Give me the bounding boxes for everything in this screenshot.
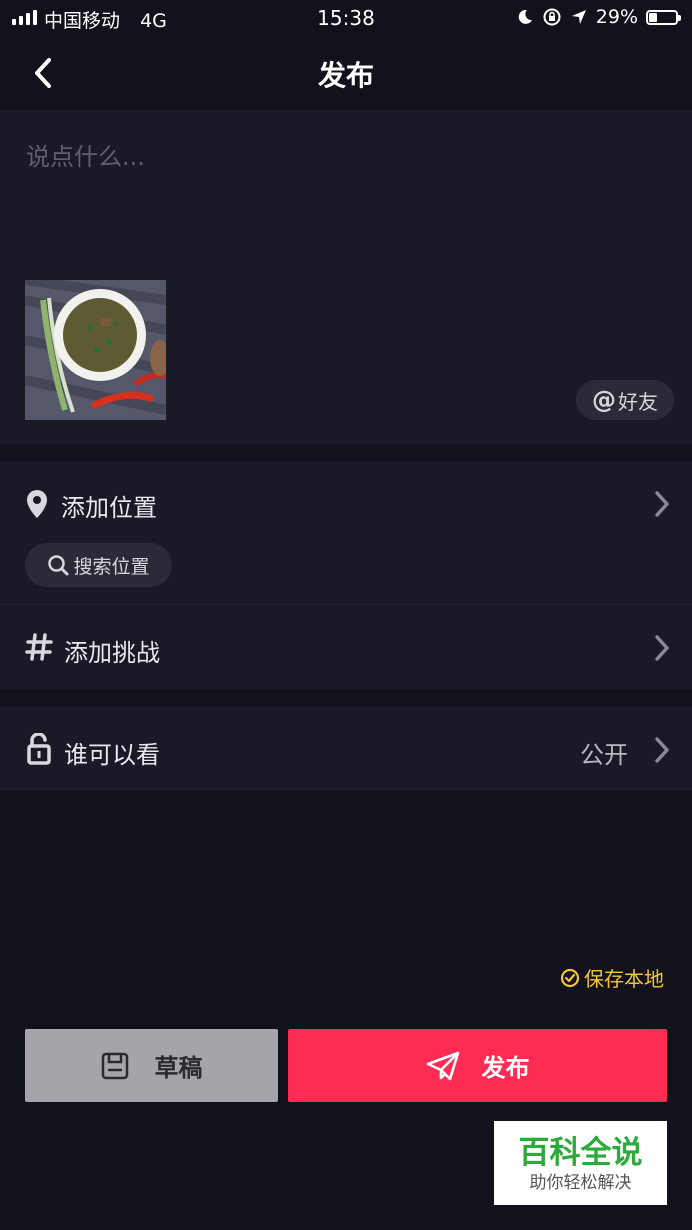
caption-input[interactable] <box>26 132 646 182</box>
watermark-title: 百科全说 <box>518 1135 643 1171</box>
visibility-label: 谁可以看 <box>64 741 160 769</box>
check-circle-icon <box>560 968 580 987</box>
visibility-value: 公开 <box>580 741 628 769</box>
add-challenge-label: 添加挑战 <box>64 639 160 667</box>
chevron-right-icon <box>655 491 669 517</box>
moon-icon <box>518 9 532 24</box>
battery-fill <box>649 12 657 22</box>
mention-friends-button[interactable]: @ 好友 <box>576 380 674 420</box>
battery-icon <box>646 9 681 25</box>
search-location-button[interactable]: 搜索位置 <box>25 543 172 587</box>
paper-plane-icon <box>426 1051 459 1080</box>
add-location-row[interactable]: 添加位置 <box>0 461 692 543</box>
location-section: 添加位置 搜索位置 <box>0 461 692 604</box>
at-icon: @ <box>592 386 616 414</box>
search-icon <box>48 555 69 576</box>
food-photo-image <box>25 280 166 420</box>
publish-label: 发布 <box>481 1054 530 1082</box>
compose-area: @ 好友 <box>0 110 692 444</box>
draft-label: 草稿 <box>154 1054 203 1082</box>
status-bar: 中国移动 4G 15:38 29% <box>0 0 692 36</box>
battery-percent: 29% <box>595 6 638 28</box>
visibility-row[interactable]: 谁可以看 公开 <box>0 707 692 791</box>
unlock-icon <box>27 733 51 765</box>
rotation-lock-icon <box>543 8 561 26</box>
status-right-group: 29% <box>516 6 681 28</box>
add-location-label: 添加位置 <box>61 494 157 522</box>
draft-button[interactable]: 草稿 <box>25 1029 278 1102</box>
publish-button[interactable]: 发布 <box>288 1029 667 1102</box>
add-challenge-row[interactable]: 添加挑战 <box>0 605 692 689</box>
chevron-right-icon <box>655 635 669 661</box>
save-local-label: 保存本地 <box>584 967 664 991</box>
header: 发布 <box>0 36 692 110</box>
watermark-subtitle: 助你轻松解决 <box>529 1173 632 1193</box>
page-title: 发布 <box>317 59 374 92</box>
video-thumbnail[interactable] <box>25 280 166 420</box>
watermark-logo: 百科全说 助你轻松解决 <box>494 1121 667 1205</box>
hashtag-icon <box>25 633 53 661</box>
search-location-label: 搜索位置 <box>73 555 150 578</box>
chevron-right-icon <box>655 737 669 763</box>
location-pin-icon <box>27 490 47 518</box>
draft-icon <box>101 1052 128 1079</box>
mention-label: 好友 <box>618 389 658 414</box>
save-local-toggle[interactable]: 保存本地 <box>560 963 664 992</box>
location-arrow-icon <box>571 10 586 24</box>
